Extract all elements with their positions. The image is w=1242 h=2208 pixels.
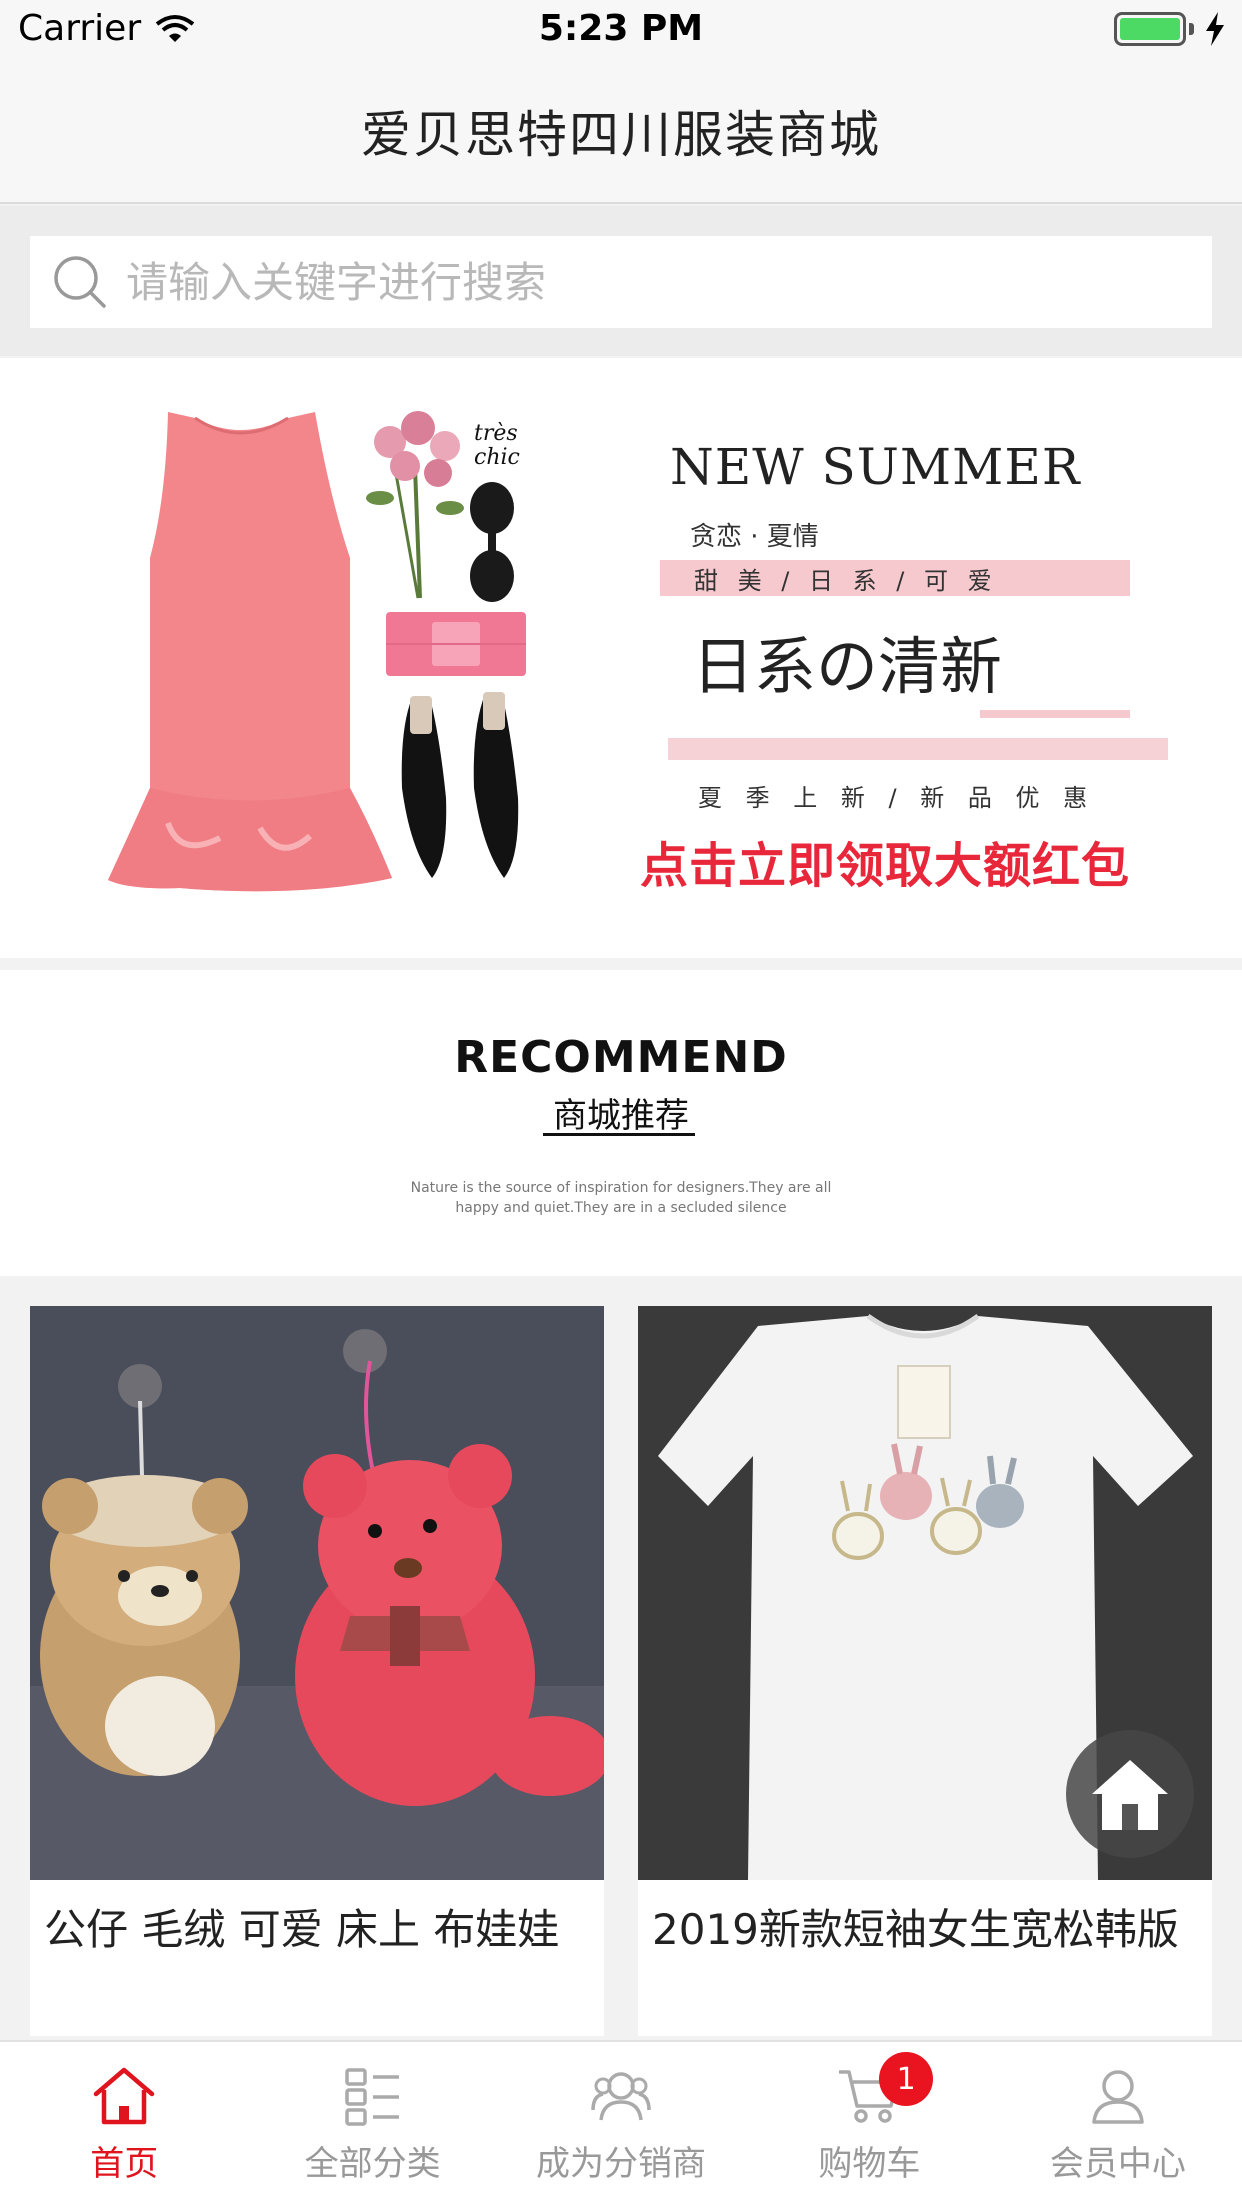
search-input[interactable] xyxy=(126,257,1126,307)
recommend-title-cn: 商城推荐 xyxy=(553,1096,689,1136)
product-name[interactable]: 2019新款短袖女生宽松韩版 xyxy=(638,1880,1212,1962)
flower-bouquet xyxy=(366,411,464,599)
search-box[interactable] xyxy=(30,236,1212,328)
battery-icon xyxy=(1114,12,1186,46)
nav-bar: 爱贝思特四川服装商城 xyxy=(0,60,1242,204)
recommend-section: RECOMMEND 商城推荐 Nature is the source of i… xyxy=(0,970,1242,1276)
banner-subtitle-2: 夏 季 上 新 / 新 品 优 惠 xyxy=(698,784,1096,812)
tab-distributor[interactable]: 成为分销商 xyxy=(497,2042,745,2208)
banner-big-text: 日系の清新 xyxy=(692,630,1003,703)
tab-cart[interactable]: 1 购物车 xyxy=(745,2042,993,2208)
recommend-title-en: RECOMMEND xyxy=(454,1032,788,1083)
member-icon xyxy=(1092,2070,1144,2124)
status-time: 5:23 PM xyxy=(538,8,704,49)
banner-subtitle: 贪恋 · 夏情 xyxy=(690,522,819,552)
tab-label: 会员中心 xyxy=(1049,2144,1186,2184)
category-icon xyxy=(344,2068,399,2126)
product-image[interactable] xyxy=(30,1306,604,1880)
banner-headline: NEW SUMMER xyxy=(670,438,1081,496)
banner-decor-line xyxy=(980,710,1130,718)
sunglasses xyxy=(470,482,514,602)
page-title: 爱贝思特四川服装商城 xyxy=(361,106,881,164)
tab-label: 首页 xyxy=(90,2144,159,2184)
cart-badge: 1 xyxy=(879,2052,934,2106)
tab-member[interactable]: 会员中心 xyxy=(994,2042,1242,2208)
product-name[interactable]: 公仔 毛绒 可爱 床上 布娃娃 xyxy=(30,1880,604,1962)
recommend-description: Nature is the source of inspiration for … xyxy=(410,1180,832,1216)
charging-icon xyxy=(1206,12,1224,46)
banner-decor-bar xyxy=(668,738,1168,760)
home-icon xyxy=(93,2067,155,2125)
tab-categories[interactable]: 全部分类 xyxy=(248,2042,496,2208)
tab-bar: 首页 全部分类 成为分销商 1 购物车 会员中心 xyxy=(0,2040,1242,2208)
home-icon xyxy=(1092,1760,1168,1830)
svg-text:chic: chic xyxy=(474,445,520,470)
banner-cta[interactable]: 点击立即领取大额红包 xyxy=(640,826,1130,896)
distributor-icon xyxy=(591,2072,651,2121)
banner-text: NEW SUMMER 贪恋 · 夏情 甜 美 / 日 系 / 可 爱 日系の清新… xyxy=(640,358,1200,958)
floating-home-button[interactable] xyxy=(1066,1730,1194,1858)
tab-label: 全部分类 xyxy=(304,2144,441,2184)
status-bar: Carrier 5:23 PM xyxy=(0,0,1242,60)
tab-home[interactable]: 首页 xyxy=(0,2042,248,2208)
banner-image: très chic xyxy=(108,411,526,892)
pink-clutch xyxy=(386,612,526,676)
recommend-underline xyxy=(543,1133,695,1136)
plush-bears-image xyxy=(30,1306,604,1880)
black-shoes xyxy=(401,692,519,878)
banner-tags: 甜 美 / 日 系 / 可 爱 xyxy=(660,560,1130,596)
tab-label: 购物车 xyxy=(818,2144,921,2184)
status-right xyxy=(1114,12,1226,46)
promo-banner[interactable]: très chic NEW SUMMER 贪恋 · 夏情 甜 美 / 日 系 /… xyxy=(0,358,1242,958)
product-grid: 公仔 毛绒 可爱 床上 布娃娃 2019新款短袖女生宽松韩版 xyxy=(0,1276,1242,2036)
tres-chic-logo: très xyxy=(474,421,518,446)
tab-label: 成为分销商 xyxy=(536,2144,707,2184)
product-card[interactable]: 2019新款短袖女生宽松韩版 xyxy=(638,1306,1212,2036)
product-card[interactable]: 公仔 毛绒 可爱 床上 布娃娃 xyxy=(30,1306,604,2036)
search-icon xyxy=(54,256,106,308)
search-section xyxy=(0,206,1242,356)
